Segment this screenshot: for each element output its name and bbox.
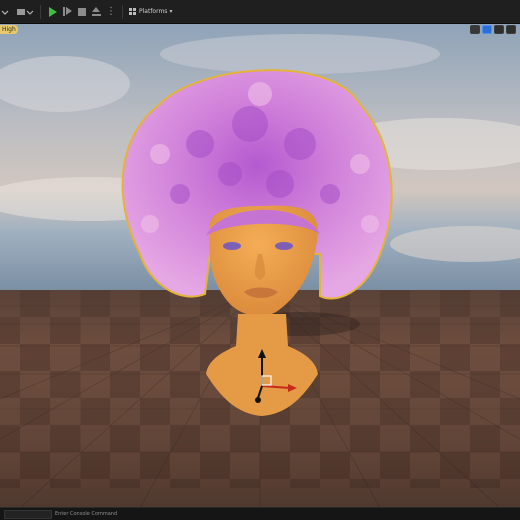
step-icon: [63, 7, 72, 16]
viewport-transform-tools: [470, 25, 516, 34]
platforms-label: Platforms: [139, 8, 168, 15]
status-bar: Enter Console Command: [0, 507, 520, 520]
platforms-grid-icon: [129, 8, 136, 15]
cmd-dropdown[interactable]: [4, 509, 52, 519]
build-dropdown[interactable]: [16, 4, 34, 20]
unreal-editor-window: ⋮ Platforms ▾ High Enter Console Command: [0, 0, 520, 520]
level-viewport[interactable]: High: [0, 24, 520, 508]
eject-button[interactable]: [92, 4, 101, 20]
level-toolbar: ⋮ Platforms ▾: [0, 0, 520, 24]
toolbar-separator: [40, 4, 41, 19]
translate-icon[interactable]: [482, 25, 492, 34]
scale-icon[interactable]: [506, 25, 516, 34]
toolbar-separator: [122, 4, 123, 19]
mode-dropdown[interactable]: [0, 4, 10, 20]
viewport-quality-tag[interactable]: High: [0, 25, 18, 34]
eject-icon: [92, 7, 101, 16]
console-command-input[interactable]: Enter Console Command: [55, 511, 117, 517]
play-button[interactable]: [49, 4, 57, 20]
stop-button[interactable]: [78, 4, 86, 20]
build-icon: [17, 8, 34, 15]
rotate-icon[interactable]: [494, 25, 504, 34]
chevron-down-icon: ▾: [169, 8, 173, 15]
stop-icon: [78, 7, 86, 16]
play-icon: [49, 6, 57, 17]
platforms-menu[interactable]: Platforms ▾: [129, 8, 172, 15]
chevron-down-icon: [1, 10, 9, 15]
more-options-icon: ⋮: [106, 5, 116, 17]
more-options-button[interactable]: ⋮: [106, 4, 116, 20]
select-icon[interactable]: [470, 25, 480, 34]
viewport-scene: [0, 24, 520, 508]
step-button[interactable]: [63, 4, 72, 20]
